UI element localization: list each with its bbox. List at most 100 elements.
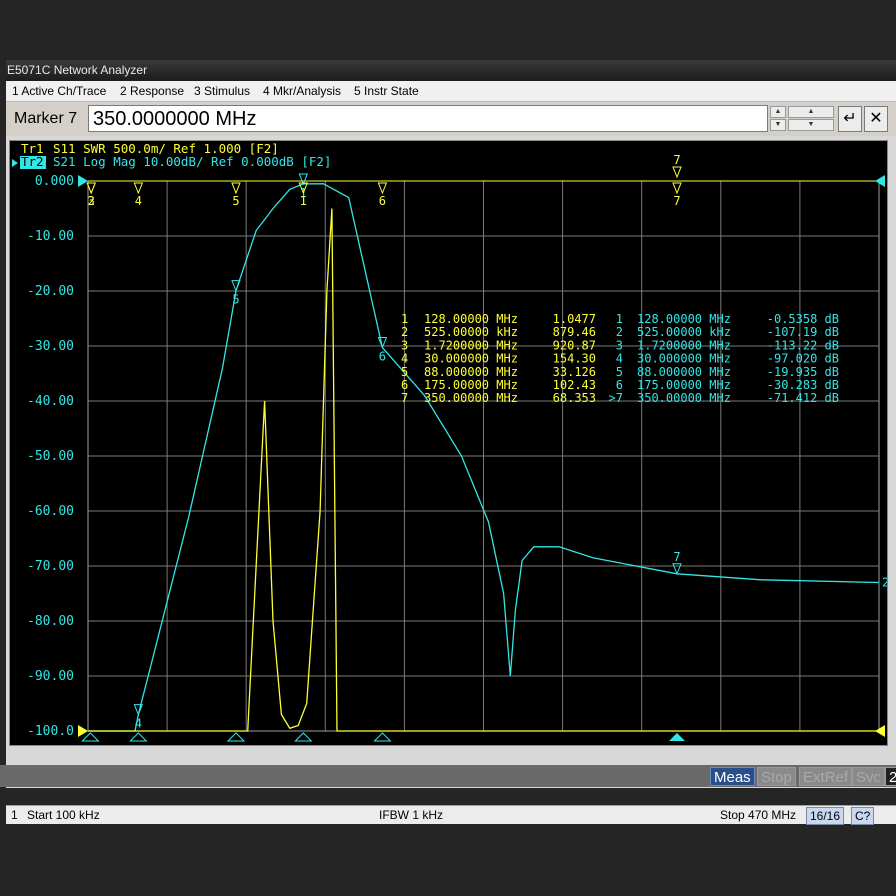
- entry-label: Marker 7: [14, 110, 78, 127]
- y-tick-label: -90.00: [27, 669, 74, 684]
- marker-table-tr1-freq: 350.00000 MHz: [424, 391, 518, 405]
- marker-table-tr1-freq: 525.00000 kHz: [424, 325, 518, 339]
- y-tick-label: -50.00: [27, 449, 74, 464]
- menu-response[interactable]: 2 Response: [120, 81, 184, 101]
- close-icon[interactable]: ✕: [864, 106, 888, 132]
- stimulus-marker: [81, 732, 100, 742]
- marker-table-tr2-freq: 175.00000 MHz: [637, 378, 731, 392]
- menu-instr-state[interactable]: 5 Instr State: [354, 81, 419, 101]
- marker-s21-1: [298, 173, 309, 186]
- marker-value-input[interactable]: 350.0000000 MHz: [88, 105, 768, 132]
- svc-button[interactable]: Svc: [852, 767, 886, 786]
- marker-s21-7: [672, 563, 682, 576]
- marker-s11-6: [377, 182, 388, 195]
- marker-s11-5: [231, 182, 241, 195]
- marker-table-tr2-num: 6: [616, 378, 623, 392]
- meas-button[interactable]: Meas: [710, 767, 755, 786]
- marker-s11-7-label: 7: [673, 194, 680, 208]
- menu-stimulus[interactable]: 3 Stimulus: [194, 81, 250, 101]
- marker-table-tr1-num: 6: [401, 378, 408, 392]
- y-tick-label: -70.00: [27, 559, 74, 574]
- marker-table-tr1-val: 879.46: [553, 325, 596, 339]
- extra-button[interactable]: 2: [885, 767, 896, 786]
- marker-table-tr2-num: 3: [616, 338, 623, 352]
- marker-table-tr1-freq: 1.7200000 MHz: [424, 338, 518, 352]
- spin-down-large[interactable]: ▼: [788, 119, 834, 131]
- marker-table-tr2-freq: 350.00000 MHz: [637, 391, 731, 405]
- window-title-bar: E5071C Network Analyzer: [6, 60, 896, 81]
- trace-chart: 0.000 -10.00 -20.00 -30.00 -40.00 -50.00 -60.0…: [12, 141, 887, 742]
- marker-table-tr2-freq: 525.00000 kHz: [637, 325, 731, 339]
- marker-table-tr2-val: -19.935 dB: [767, 365, 839, 379]
- bottom-button-bar: Meas Stop ExtRef Svc 2: [0, 765, 896, 787]
- spin-up-large[interactable]: ▲: [788, 106, 834, 118]
- extref-button[interactable]: ExtRef: [799, 767, 853, 786]
- marker-table-tr2-num: 5: [616, 365, 623, 379]
- marker-table-tr2-num: 4: [616, 352, 623, 366]
- status-ifbw: IFBW 1 kHz: [379, 808, 444, 822]
- trace2-label: Tr2: [21, 154, 44, 169]
- status-start: Start 100 kHz: [27, 808, 100, 822]
- stimulus-marker-active: [668, 733, 685, 741]
- stimulus-marker: [129, 732, 148, 742]
- menu-active-ch-trace[interactable]: 1 Active Ch/Trace: [12, 81, 106, 101]
- marker-table-tr2-val: -107.19 dB: [767, 325, 839, 339]
- marker-table-tr2-freq: 128.00000 MHz: [637, 312, 731, 326]
- marker-7-top: [672, 166, 682, 179]
- marker-s21-6-label: 6: [379, 350, 386, 364]
- marker-table-tr2-freq: 88.000000 MHz: [637, 365, 731, 379]
- window-title: E5071C Network Analyzer: [7, 63, 148, 77]
- marker-table-tr1-val: 1.0477: [553, 312, 596, 326]
- marker-table-tr1-freq: 175.00000 MHz: [424, 378, 518, 392]
- y-tick-label: -100.0: [27, 724, 74, 739]
- marker-table-tr1-freq: 30.000000 MHz: [424, 352, 518, 366]
- enter-icon[interactable]: ↵: [838, 106, 862, 132]
- trace-end-label: 2: [882, 576, 887, 590]
- marker-table-tr1-num: 1: [401, 312, 408, 326]
- marker-s21-5-label: 5: [232, 293, 239, 307]
- y-tick-label: -60.00: [27, 504, 74, 519]
- y-tick-label: -40.00: [27, 394, 74, 409]
- marker-table-tr1-freq: 88.000000 MHz: [424, 365, 518, 379]
- marker-s11-4-label: 4: [135, 194, 142, 208]
- marker-table-tr2-val: -30.283 dB: [767, 378, 839, 392]
- status-stop: Stop 470 MHz: [720, 808, 797, 822]
- chart-area: 0.000 -10.00 -20.00 -30.00 -40.00 -50.00 -60.0…: [9, 140, 888, 746]
- marker-s11-3-label: 3: [88, 194, 95, 208]
- marker-s11-6-label: 6: [379, 194, 386, 208]
- marker-s11-7: [672, 182, 682, 195]
- y-tick-label: 0.000: [35, 174, 74, 189]
- menu-bar: 1 Active Ch/Trace 2 Response 3 Stimulus …: [6, 81, 896, 102]
- stimulus-marker: [294, 732, 313, 742]
- y-tick-label: -30.00: [27, 339, 74, 354]
- marker-table-tr2-num: 1: [616, 312, 623, 326]
- marker-s21-4-label: 4: [135, 717, 142, 731]
- entry-bar: Marker 7 350.0000000 MHz ▲ ▼ ▲ ▼ ↵ ✕: [6, 103, 896, 136]
- menu-mkr-analysis[interactable]: 4 Mkr/Analysis: [263, 81, 341, 101]
- marker-table-tr1-num: 5: [401, 365, 408, 379]
- stimulus-marker: [373, 732, 392, 742]
- marker-table-tr2-val: -97.020 dB: [767, 352, 839, 366]
- trace2-info: S21 Log Mag 10.00dB/ Ref 0.000dB [F2]: [53, 154, 331, 169]
- marker-s11-1-label: 1: [300, 194, 307, 208]
- status-trace-count: 16/16: [806, 807, 845, 825]
- stop-button[interactable]: Stop: [757, 767, 796, 786]
- marker-table-tr1-val: 33.126: [553, 365, 596, 379]
- marker-table-tr2-num: 2: [616, 325, 623, 339]
- marker-7-top-label: 7: [673, 153, 680, 167]
- marker-table-tr2-freq: 1.7200000 MHz: [637, 338, 731, 352]
- active-trace-arrow-icon: [12, 159, 18, 167]
- marker-table-tr2-val: -113.22 dB: [767, 338, 839, 352]
- y-tick-label: -20.00: [27, 284, 74, 299]
- y-tick-label: -10.00: [27, 229, 74, 244]
- marker-table-tr1-num: 4: [401, 352, 408, 366]
- spin-down-small[interactable]: ▼: [770, 119, 786, 131]
- status-channel: 1: [11, 808, 18, 822]
- y-tick-label: -80.00: [27, 614, 74, 629]
- stimulus-marker: [226, 732, 246, 742]
- marker-s21-7-label: 7: [673, 550, 680, 564]
- marker-table-tr2-num: >7: [609, 391, 623, 405]
- status-bar: 1 Start 100 kHz IFBW 1 kHz Stop 470 MHz …: [6, 805, 896, 825]
- spin-up-small[interactable]: ▲: [770, 106, 786, 118]
- status-cal: C?: [851, 807, 875, 825]
